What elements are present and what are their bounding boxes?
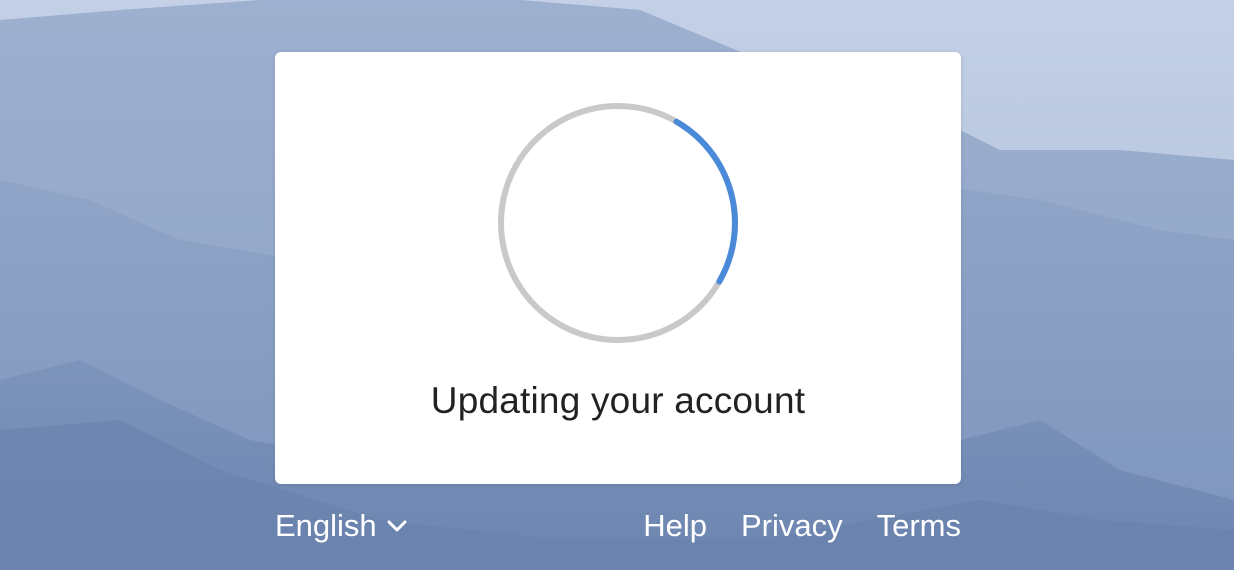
language-label: English [275, 508, 377, 543]
spinner-progress-arc [673, 118, 738, 285]
privacy-link[interactable]: Privacy [741, 506, 843, 546]
spinner-icon [498, 103, 738, 343]
help-link[interactable]: Help [643, 506, 707, 546]
terms-link[interactable]: Terms [877, 506, 961, 546]
chevron-down-icon [387, 520, 407, 532]
footer-links: Help Privacy Terms [643, 506, 961, 546]
language-selector[interactable]: English [275, 506, 407, 546]
status-message: Updating your account [430, 380, 806, 421]
